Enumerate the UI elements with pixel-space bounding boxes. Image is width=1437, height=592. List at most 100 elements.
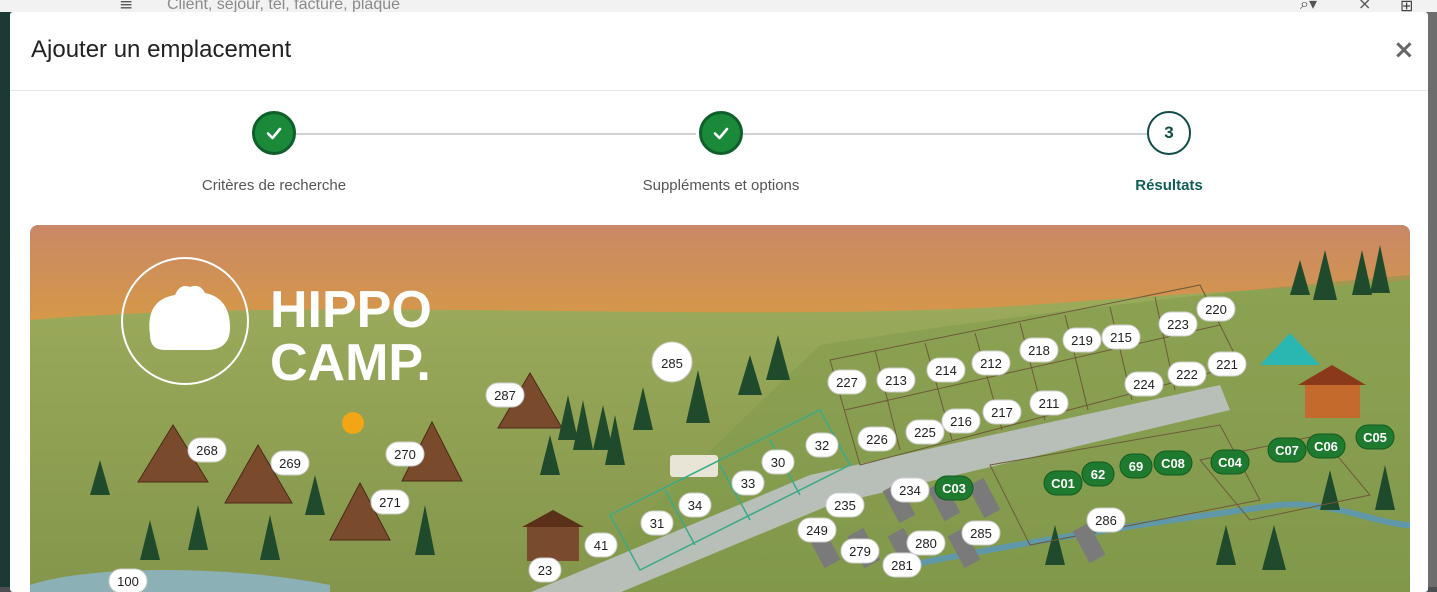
- pitch-marker[interactable]: 41: [584, 532, 618, 558]
- pitch-marker[interactable]: 220: [1196, 296, 1236, 322]
- pitch-marker[interactable]: 270: [385, 441, 425, 467]
- pitch-number: 33: [741, 476, 755, 491]
- pitch-marker[interactable]: 214: [926, 357, 966, 383]
- pitch-marker[interactable]: 34: [678, 492, 712, 518]
- pitch-number: C06: [1314, 439, 1338, 454]
- pitch-number: 216: [950, 414, 972, 429]
- pitch-number: 212: [980, 356, 1002, 371]
- pitch-marker[interactable]: 285: [961, 520, 1001, 546]
- modal-header: Ajouter un emplacement ×: [10, 12, 1428, 91]
- pitch-marker[interactable]: 279: [840, 538, 880, 564]
- pitch-number: 269: [279, 456, 301, 471]
- pitch-marker[interactable]: 213: [876, 367, 916, 393]
- pitch-marker[interactable]: 100: [108, 568, 148, 592]
- pitch-marker[interactable]: 212: [971, 350, 1011, 376]
- pitch-marker-available[interactable]: C01: [1043, 470, 1083, 496]
- close-icon[interactable]: ×: [1393, 35, 1415, 65]
- pitch-marker[interactable]: 30: [761, 449, 795, 475]
- background-sidebar: [0, 12, 10, 587]
- pitch-marker[interactable]: 227: [827, 369, 867, 395]
- pitch-number: 220: [1205, 302, 1227, 317]
- pitch-number: 235: [834, 498, 856, 513]
- pitch-marker[interactable]: 33: [731, 470, 765, 496]
- pitch-number: 31: [650, 516, 664, 531]
- pitch-marker[interactable]: 271: [370, 489, 410, 515]
- modal-title: Ajouter un emplacement: [31, 36, 292, 63]
- pitch-marker[interactable]: 249: [797, 517, 837, 543]
- stepper: Critères de recherche Suppléments et opt…: [10, 91, 1428, 211]
- pitch-number: 225: [914, 425, 936, 440]
- pitch-number: 211: [1039, 396, 1060, 411]
- pitch-marker-available[interactable]: 69: [1119, 453, 1153, 479]
- pitch-marker[interactable]: 219: [1062, 327, 1102, 353]
- pitch-number: 271: [379, 495, 401, 510]
- pitch-marker[interactable]: 224: [1124, 371, 1164, 397]
- pitch-marker[interactable]: 216: [941, 408, 981, 434]
- pitch-number: C07: [1275, 443, 1299, 458]
- pitch-number: 280: [915, 536, 937, 551]
- pitch-number: C01: [1051, 476, 1075, 491]
- pitch-marker[interactable]: 269: [270, 450, 310, 476]
- pitch-marker-available[interactable]: 62: [1081, 461, 1115, 487]
- step-3-label[interactable]: Résultats: [1135, 177, 1203, 194]
- brand-line-2: CAMP.: [270, 334, 431, 392]
- pitch-marker[interactable]: 281: [882, 552, 922, 578]
- step-1-label[interactable]: Critères de recherche: [202, 177, 346, 194]
- pitch-marker[interactable]: 223: [1158, 311, 1198, 337]
- pitch-marker-available[interactable]: C04: [1210, 449, 1250, 475]
- pitch-marker[interactable]: 217: [982, 399, 1022, 425]
- pitch-marker[interactable]: 280: [906, 530, 946, 556]
- pitch-number: 23: [538, 563, 552, 578]
- pitch-marker[interactable]: 221: [1207, 351, 1247, 377]
- pitch-marker-available[interactable]: C05: [1355, 424, 1395, 450]
- step-2-check-icon[interactable]: [699, 111, 743, 155]
- pitch-number: 62: [1091, 467, 1105, 482]
- step-connector: [743, 133, 1147, 135]
- brand-line-1: HIPPO: [270, 281, 432, 339]
- background-right-panel: [1428, 12, 1437, 587]
- pitch-number: 223: [1167, 317, 1189, 332]
- pitch-marker[interactable]: 287: [485, 382, 525, 408]
- pitch-number: 281: [891, 558, 913, 573]
- pitch-number: 285: [661, 356, 683, 371]
- pitch-marker[interactable]: 222: [1167, 361, 1207, 387]
- step-3-number[interactable]: 3: [1147, 111, 1191, 155]
- pitch-marker-available[interactable]: C07: [1267, 437, 1307, 463]
- pitch-marker[interactable]: 211: [1029, 390, 1069, 416]
- pitch-number: 227: [836, 375, 858, 390]
- pitch-number: 221: [1216, 357, 1238, 372]
- pitch-marker[interactable]: 225: [905, 419, 945, 445]
- pitch-number: 234: [899, 483, 921, 498]
- campsite-map[interactable]: HIPPO CAMP. 285 287 268 269 270 271 100 …: [30, 225, 1410, 592]
- pitch-marker[interactable]: 23: [528, 557, 562, 583]
- pitch-number: 32: [815, 438, 829, 453]
- pitch-number: 224: [1133, 377, 1155, 392]
- pitch-marker[interactable]: 215: [1101, 324, 1141, 350]
- pitch-marker[interactable]: 286: [1086, 507, 1126, 533]
- pitch-marker-available[interactable]: C03: [934, 475, 974, 501]
- pitch-number: 286: [1095, 513, 1117, 528]
- step-2-label[interactable]: Suppléments et options: [643, 177, 800, 194]
- pitch-number: C08: [1161, 456, 1185, 471]
- pitch-marker[interactable]: 226: [857, 426, 897, 452]
- pitch-marker[interactable]: 235: [825, 492, 865, 518]
- pitch-number: C04: [1218, 455, 1243, 470]
- pitch-number: 270: [394, 447, 416, 462]
- pitch-number: 69: [1129, 459, 1143, 474]
- pitch-marker-available[interactable]: C08: [1153, 450, 1193, 476]
- pitch-number: C05: [1363, 430, 1387, 445]
- pitch-marker[interactable]: 218: [1019, 337, 1059, 363]
- pitch-number: 279: [849, 544, 871, 559]
- step-1-check-icon[interactable]: [252, 111, 296, 155]
- pitch-number: 249: [806, 523, 828, 538]
- pitch-number: 268: [196, 443, 218, 458]
- pitch-marker[interactable]: 268: [187, 437, 227, 463]
- pitch-number: 226: [866, 432, 888, 447]
- pitch-marker[interactable]: 32: [805, 432, 839, 458]
- pitch-marker-available[interactable]: C06: [1306, 433, 1346, 459]
- pitch-marker[interactable]: 234: [890, 477, 930, 503]
- pitch-number: C03: [942, 481, 966, 496]
- pitch-marker[interactable]: 285: [651, 341, 693, 383]
- pitch-marker[interactable]: 31: [640, 510, 674, 536]
- pitch-number: 287: [494, 388, 516, 403]
